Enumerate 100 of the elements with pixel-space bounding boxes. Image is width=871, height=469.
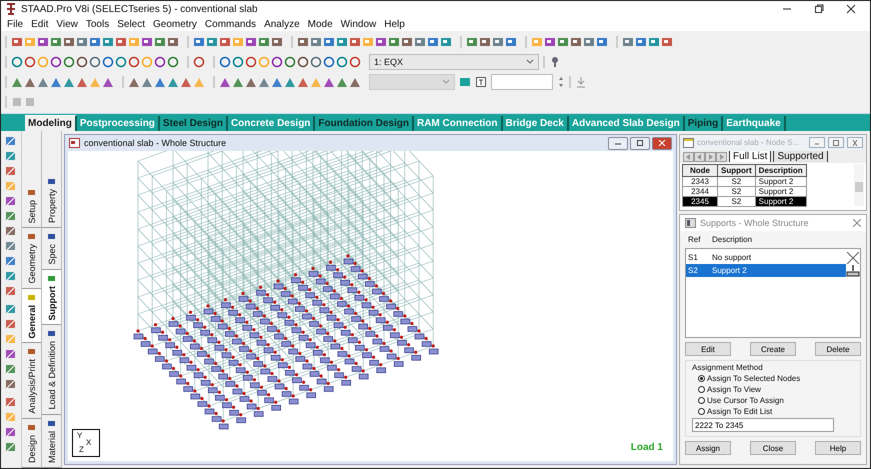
toolbar-icon[interactable] xyxy=(11,36,23,48)
toolbar-icon[interactable] xyxy=(505,36,517,48)
toolbar-icon[interactable] xyxy=(557,36,569,48)
toolbar-icon[interactable] xyxy=(635,36,647,48)
spinner-icon[interactable] xyxy=(557,75,565,89)
tool-icon[interactable] xyxy=(5,396,17,408)
restore-icon[interactable] xyxy=(814,4,824,14)
tool-icon[interactable] xyxy=(5,363,17,375)
toolbar-icon[interactable] xyxy=(219,56,231,68)
load-case-dropdown[interactable]: 1: EQX xyxy=(369,54,539,70)
toolbar-icon[interactable] xyxy=(180,76,192,88)
toolbar-icon[interactable] xyxy=(427,36,439,48)
toolbar-icon[interactable] xyxy=(102,76,114,88)
minimize-button[interactable] xyxy=(809,137,825,148)
toolbar-icon[interactable] xyxy=(648,36,660,48)
toolbar-icon[interactable] xyxy=(297,56,309,68)
toolbar-icon[interactable] xyxy=(102,56,114,68)
radio-option[interactable]: Assign To View xyxy=(692,385,854,394)
toolbar-icon[interactable] xyxy=(245,76,257,88)
menu-item[interactable]: Select xyxy=(117,18,146,30)
close-button[interactable] xyxy=(847,137,863,148)
toolbar-icon[interactable] xyxy=(193,56,205,68)
toolbar-icon[interactable] xyxy=(479,36,491,48)
menu-item[interactable]: Geometry xyxy=(153,18,197,30)
toolbar-icon[interactable] xyxy=(323,36,335,48)
dialog-button[interactable]: Close xyxy=(750,441,796,455)
toolbar-icon[interactable] xyxy=(596,36,608,48)
restore-button[interactable] xyxy=(828,137,844,148)
toolbar-icon[interactable] xyxy=(11,56,23,68)
toolbar-icon[interactable] xyxy=(258,36,270,48)
toolbar-icon[interactable] xyxy=(440,36,452,48)
category-tab[interactable]: Design xyxy=(22,418,41,468)
toolbar-icon[interactable] xyxy=(323,56,335,68)
toolbar-icon[interactable] xyxy=(492,36,504,48)
tool-icon[interactable] xyxy=(5,441,17,453)
toolbar-icon[interactable] xyxy=(89,56,101,68)
sub-tab[interactable]: Material xyxy=(42,414,61,468)
toolbar-icon[interactable] xyxy=(310,56,322,68)
menu-item[interactable]: Commands xyxy=(204,18,256,30)
toolbar-icon[interactable] xyxy=(336,56,348,68)
action-button[interactable]: Delete xyxy=(815,342,861,356)
list-item[interactable]: S1 No support xyxy=(686,251,846,264)
dialog-button[interactable]: Help xyxy=(815,441,861,455)
toolbar-icon[interactable] xyxy=(349,76,361,88)
toolbar-icon[interactable] xyxy=(50,76,62,88)
toolbar-icon[interactable] xyxy=(102,36,114,48)
page-tab[interactable]: Piping xyxy=(684,116,724,131)
menu-item[interactable]: Analyze xyxy=(264,18,300,30)
toolbar-icon[interactable] xyxy=(544,36,556,48)
tool-icon[interactable] xyxy=(5,285,17,297)
toolbar-icon[interactable] xyxy=(323,76,335,88)
menu-item[interactable]: File xyxy=(7,18,24,30)
toolbar-icon[interactable] xyxy=(388,36,400,48)
toolbar-icon[interactable] xyxy=(466,36,478,48)
dialog-button[interactable]: Assign xyxy=(685,441,731,455)
menu-item[interactable]: Mode xyxy=(308,18,333,30)
tool-icon[interactable] xyxy=(5,270,17,282)
toolbar-icon[interactable] xyxy=(271,76,283,88)
menu-item[interactable]: Edit xyxy=(31,18,48,30)
toolbar-icon[interactable] xyxy=(167,36,179,48)
toolbar-icon[interactable] xyxy=(24,76,36,88)
toolbar-icon[interactable] xyxy=(349,36,361,48)
toolbar-icon[interactable] xyxy=(549,56,561,68)
toolbar-icon[interactable] xyxy=(24,56,36,68)
toolbar-icon[interactable] xyxy=(11,76,23,88)
toolbar-icon[interactable] xyxy=(141,36,153,48)
close-button[interactable] xyxy=(652,136,672,150)
page-tab[interactable]: Foundation Design xyxy=(315,116,414,131)
minimize-button[interactable] xyxy=(608,136,628,150)
toolbar-icon[interactable] xyxy=(154,56,166,68)
toolbar-icon[interactable] xyxy=(115,36,127,48)
toolbar-icon[interactable] xyxy=(141,76,153,88)
toolbar-icon[interactable] xyxy=(622,36,634,48)
tool-icon[interactable] xyxy=(5,195,17,207)
toolbar-icon[interactable] xyxy=(284,56,296,68)
close-icon[interactable] xyxy=(846,4,856,14)
toolbar-icon[interactable] xyxy=(206,36,218,48)
toolbar-icon[interactable] xyxy=(475,76,487,88)
toolbar-icon[interactable] xyxy=(50,56,62,68)
toolbar-icon[interactable] xyxy=(50,36,62,48)
tool-icon[interactable] xyxy=(5,150,17,162)
menu-item[interactable]: Tools xyxy=(86,18,110,30)
toolbar-icon[interactable] xyxy=(167,56,179,68)
menu-item[interactable]: Window xyxy=(340,18,376,30)
menu-item[interactable]: View xyxy=(56,18,78,30)
toolbar-icon[interactable] xyxy=(336,36,348,48)
category-tab[interactable]: Analysis/Print xyxy=(22,343,41,419)
toolbar-icon[interactable] xyxy=(63,36,75,48)
toolbar-icon[interactable] xyxy=(154,36,166,48)
tool-icon[interactable] xyxy=(5,225,17,237)
toolbar-icon[interactable] xyxy=(271,36,283,48)
toolbar-icon[interactable] xyxy=(37,36,49,48)
toolbar-icon[interactable] xyxy=(154,76,166,88)
toolbar-icon[interactable] xyxy=(349,56,361,68)
toolbar-icon[interactable] xyxy=(583,36,595,48)
radio-option[interactable]: Assign To Selected Nodes xyxy=(692,374,854,383)
action-button[interactable]: Edit xyxy=(685,342,731,356)
tool-icon[interactable] xyxy=(5,426,17,438)
edit-list-field[interactable]: 2222 To 2345 xyxy=(692,418,834,432)
tool-icon[interactable] xyxy=(5,240,17,252)
